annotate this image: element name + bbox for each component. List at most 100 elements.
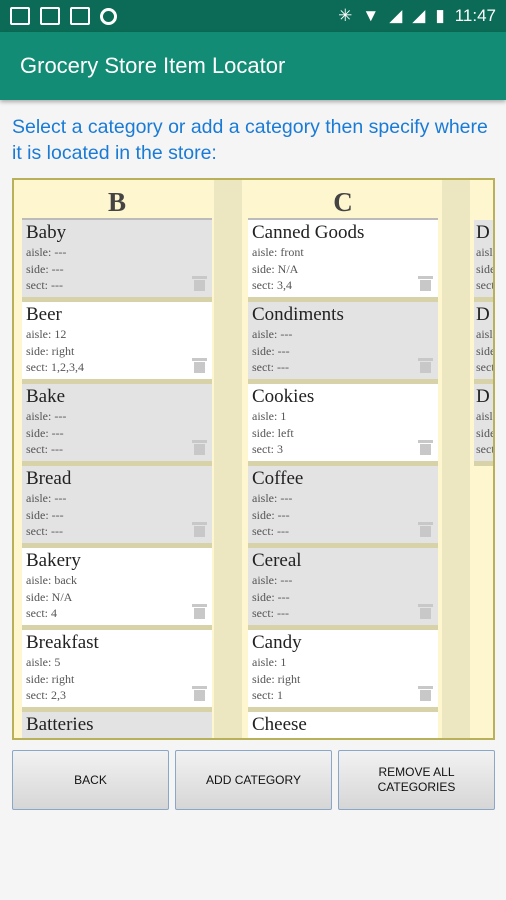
category-aisle: aisle: 1 [252,409,287,423]
category-card[interactable]: Breakfast aisle: 5 side: right sect: 2,3 [22,630,212,712]
notification-icons [10,7,117,25]
category-card[interactable]: Bake aisle: --- side: --- sect: --- [22,384,212,466]
remove-all-categories-button[interactable]: REMOVE ALL CATEGORIES [338,750,495,810]
category-name: D [476,222,490,243]
category-side: side [476,425,495,440]
category-side: side: right [26,343,75,358]
category-name: D [476,304,490,325]
category-panel[interactable]: B Baby aisle: --- side: --- sect: --- Beer ai… [12,178,495,740]
category-aisle: aisl [476,245,493,259]
category-side: side: --- [252,589,290,604]
delete-icon[interactable] [192,440,207,455]
category-card[interactable]: Daisl side sect [474,302,495,384]
category-side: side: --- [26,261,64,276]
delete-icon[interactable] [418,358,433,373]
category-sect: sect: 1,2,3,4 [26,360,84,374]
category-name: Breakfast [26,632,99,653]
category-card[interactable]: Daisl side sect [474,220,495,302]
category-column-d: Daisl side sect Daisl side sect Daisl side sect [474,220,495,466]
battery-icon: ▮ [435,6,445,25]
category-side: side: --- [252,507,290,522]
category-aisle: aisle: 5 [26,655,61,669]
delete-icon[interactable] [192,276,207,291]
category-aisle: aisle: back [26,573,77,587]
category-card[interactable]: Condiments aisle: --- side: --- sect: --- [248,302,438,384]
category-card[interactable]: Baby aisle: --- side: --- sect: --- [22,220,212,302]
category-side: side: --- [26,425,64,440]
circle-icon [100,7,117,25]
category-sect: sect: 3,4 [252,278,292,292]
category-card[interactable]: Cookies aisle: 1 side: left sect: 3 [248,384,438,466]
category-name: Cheese [252,714,307,735]
delete-icon[interactable] [192,358,207,373]
category-side: side: N/A [26,589,73,604]
category-name: D [476,386,490,407]
category-card[interactable]: Daisl side sect [474,384,495,466]
no-signal-icon: ◢ [389,6,403,25]
category-sect: sect [476,278,495,292]
clock: 11:47 [454,6,496,25]
delete-icon[interactable] [192,686,207,701]
system-icons: ✳ ▼ ◢ ◢ ▮ 11:47 [338,6,496,26]
category-card[interactable]: Cereal aisle: --- side: --- sect: --- [248,548,438,630]
category-side: side: right [252,671,301,686]
delete-icon[interactable] [192,604,207,619]
delete-icon[interactable] [418,522,433,537]
category-side: side [476,343,495,358]
status-bar: ✳ ▼ ◢ ◢ ▮ 11:47 [0,0,506,32]
app-title: Grocery Store Item Locator [20,53,286,78]
category-card[interactable]: Candy aisle: 1 side: right sect: 1 [248,630,438,712]
category-name: Baby [26,222,67,243]
category-card[interactable]: Bakery aisle: back side: N/A sect: 4 [22,548,212,630]
category-card[interactable]: Coffee aisle: --- side: --- sect: --- [248,466,438,548]
column-gutter [214,180,242,738]
add-category-button[interactable]: ADD CATEGORY [175,750,332,810]
back-button[interactable]: BACK [12,750,169,810]
category-sect: sect [476,360,495,374]
category-side: side: --- [26,507,64,522]
delete-icon[interactable] [418,604,433,619]
category-name: Coffee [252,468,304,489]
gmail-icon [10,7,30,25]
category-aisle: aisle: --- [26,491,67,505]
category-name: Beer [26,304,62,325]
category-side: side: --- [252,343,290,358]
category-name: Bake [26,386,66,407]
category-sect: sect: --- [26,524,63,538]
delete-icon[interactable] [192,522,207,537]
gmail-icon [40,7,60,25]
category-name: Batteries [26,714,94,735]
no-signal-icon: ◢ [412,6,426,25]
delete-icon[interactable] [418,276,433,291]
category-sect: sect: 2,3 [26,688,66,702]
category-aisle: aisl [476,409,493,423]
instruction-text: Select a category or add a category then… [12,116,488,164]
category-card[interactable]: Bread aisle: --- side: --- sect: --- [22,466,212,548]
category-column-c: C Canned Goods aisle: front side: N/A sect:… [248,184,438,738]
category-sect: sect: 3 [252,442,283,456]
category-sect: sect: --- [252,360,289,374]
category-column-b: B Baby aisle: --- side: --- sect: --- Beer ai… [22,184,212,738]
category-sect: sect: 1 [252,688,283,702]
category-card[interactable]: Beer aisle: 12 side: right sect: 1,2,3,4 [22,302,212,384]
category-card[interactable]: Cheese [248,712,438,738]
category-aisle: aisle: 1 [252,655,287,669]
category-aisle: aisl [476,327,493,341]
image-icon [70,7,90,25]
category-name: Bread [26,468,72,489]
delete-icon[interactable] [418,440,433,455]
column-gutter [442,180,470,738]
category-sect: sect: --- [26,278,63,292]
category-card[interactable]: Batteries [22,712,212,738]
bluetooth-icon: ✳ [338,6,353,25]
category-sect: sect: --- [252,524,289,538]
column-header: B [22,184,212,220]
category-side: side [476,261,495,276]
category-sect: sect [476,442,495,456]
category-aisle: aisle: front [252,245,304,259]
category-side: side: N/A [252,261,299,276]
category-aisle: aisle: --- [26,409,67,423]
delete-icon[interactable] [418,686,433,701]
category-card[interactable]: Canned Goods aisle: front side: N/A sect: 3… [248,220,438,302]
category-aisle: aisle: --- [252,491,293,505]
